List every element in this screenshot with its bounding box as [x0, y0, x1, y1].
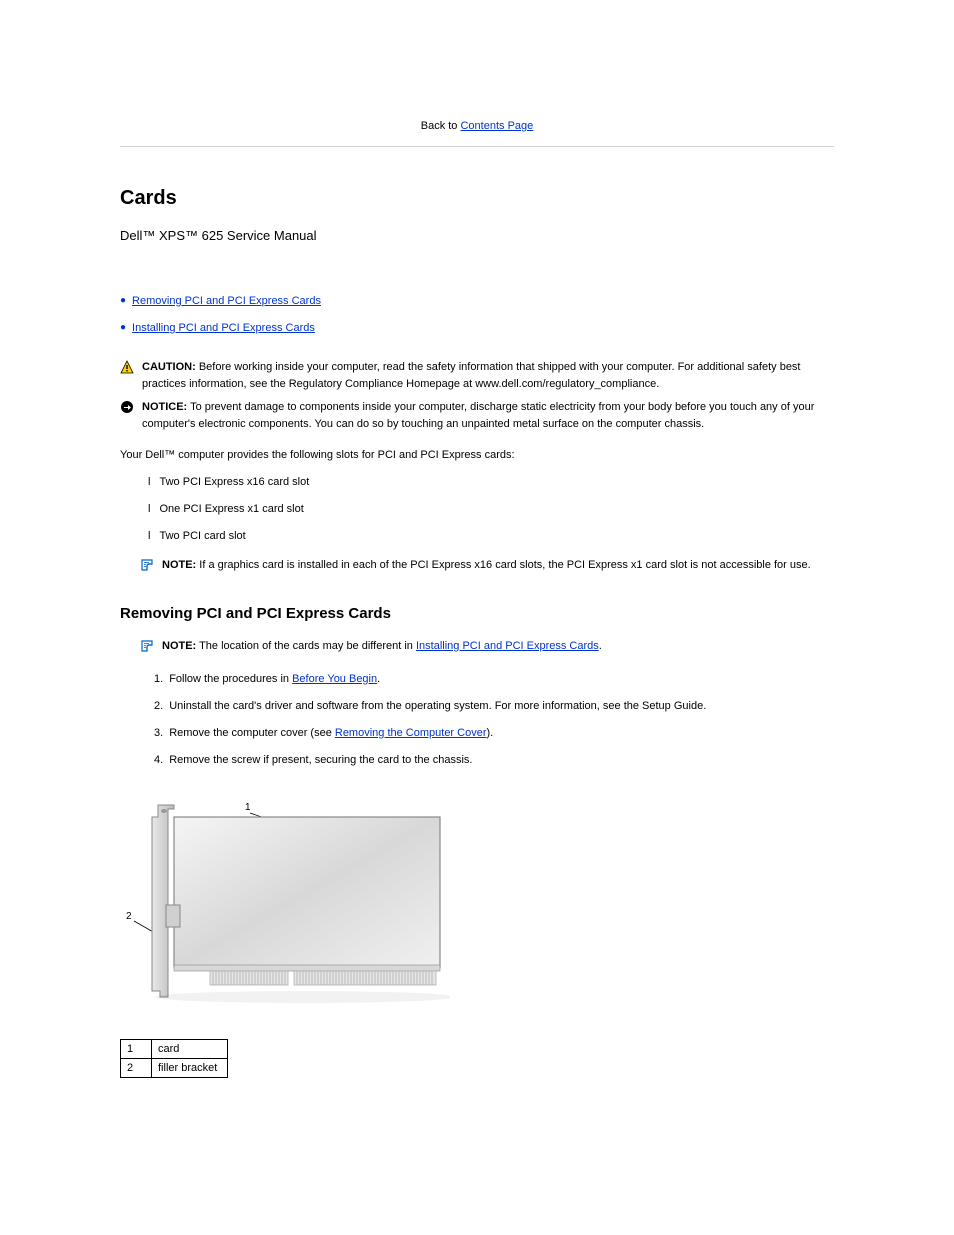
caution-icon [120, 360, 134, 374]
step-number: 1. [154, 671, 163, 688]
list-marker: l [148, 474, 154, 491]
step-text: Remove the screw if present, securing th… [169, 752, 472, 769]
caution-label: CAUTION: [142, 361, 196, 373]
notice-callout: NOTICE: To prevent damage to components … [120, 399, 834, 433]
list-item: 3. Remove the computer cover (see Removi… [154, 725, 834, 742]
note2-link[interactable]: Installing PCI and PCI Express Cards [416, 640, 599, 652]
figure-card: 1 2 [120, 787, 450, 1017]
note2-text: NOTE: The location of the cards may be d… [162, 638, 602, 655]
section-link-installing-label[interactable]: Installing PCI and PCI Express Cards [132, 320, 315, 337]
note-icon [140, 558, 154, 572]
notice-icon [120, 400, 134, 414]
note-icon [140, 639, 154, 653]
section-link-removing-label[interactable]: Removing PCI and PCI Express Cards [132, 293, 321, 310]
list-marker: l [148, 528, 154, 545]
section-link-installing[interactable]: ● Installing PCI and PCI Express Cards [120, 320, 834, 337]
page-title: Cards [120, 187, 834, 210]
slot-list: l Two PCI Express x16 card slot l One PC… [148, 474, 834, 545]
note-text: NOTE: If a graphics card is installed in… [162, 557, 811, 574]
notice-text: NOTICE: To prevent damage to components … [142, 399, 834, 433]
bullet-icon: ● [120, 320, 126, 337]
document-page: Back to Contents Page Cards Dell™ XPS™ 6… [0, 0, 954, 1138]
legend-num: 1 [121, 1039, 152, 1058]
figure-legend-table: 1 card 2 filler bracket [120, 1039, 228, 1078]
note-label: NOTE: [162, 559, 196, 571]
list-item: l Two PCI Express x16 card slot [148, 474, 834, 491]
table-row: 2 filler bracket [121, 1058, 228, 1077]
figure-label-1: 1 [245, 802, 251, 813]
list-item: 1. Follow the procedures in Before You B… [154, 671, 834, 688]
contents-link[interactable]: Contents Page [460, 120, 533, 132]
table-row: 1 card [121, 1039, 228, 1058]
back-link-row: Back to Contents Page [120, 120, 834, 132]
legend-num: 2 [121, 1058, 152, 1077]
back-link-prefix: Back to [421, 120, 461, 132]
legend-text: filler bracket [152, 1058, 228, 1077]
procedure-steps: 1. Follow the procedures in Before You B… [154, 671, 834, 769]
list-item: 2. Uninstall the card's driver and softw… [154, 698, 834, 715]
list-item: l Two PCI card slot [148, 528, 834, 545]
step-text: Remove the computer cover (see Removing … [169, 725, 493, 742]
figure-svg-wrap: 1 2 [120, 787, 450, 1017]
card-illustration [120, 787, 450, 1017]
step-number: 4. [154, 752, 163, 769]
step-number: 3. [154, 725, 163, 742]
list-marker: l [148, 501, 154, 518]
note2-label: NOTE: [162, 640, 196, 652]
note2-after: . [599, 640, 602, 652]
bullet-icon: ● [120, 293, 126, 310]
notice-label: NOTICE: [142, 401, 187, 413]
legend-text: card [152, 1039, 228, 1058]
note-callout: NOTE: If a graphics card is installed in… [120, 557, 834, 574]
step-text: Follow the procedures in Before You Begi… [169, 671, 380, 688]
caution-text: CAUTION: Before working inside your comp… [142, 359, 834, 393]
section-heading-removing: Removing PCI and PCI Express Cards [120, 605, 834, 622]
figure-label-2: 2 [126, 911, 132, 922]
section-link-removing[interactable]: ● Removing PCI and PCI Express Cards [120, 293, 834, 310]
caution-callout: CAUTION: Before working inside your comp… [120, 359, 834, 393]
note2-callout: NOTE: The location of the cards may be d… [120, 638, 834, 655]
notice-body: To prevent damage to components inside y… [142, 401, 814, 430]
step-number: 2. [154, 698, 163, 715]
note2-before: The location of the cards may be differe… [196, 640, 416, 652]
divider [120, 146, 834, 147]
step-link[interactable]: Removing the Computer Cover [335, 727, 487, 739]
caution-body: Before working inside your computer, rea… [142, 361, 801, 390]
page-subtitle: Dell™ XPS™ 625 Service Manual [120, 228, 834, 243]
step-text: Uninstall the card's driver and software… [169, 698, 706, 715]
note-body: If a graphics card is installed in each … [196, 559, 810, 571]
step-link[interactable]: Before You Begin [292, 673, 377, 685]
list-item: l One PCI Express x1 card slot [148, 501, 834, 518]
intro-text: Your Dell™ computer provides the followi… [120, 447, 834, 464]
list-item: 4. Remove the screw if present, securing… [154, 752, 834, 769]
